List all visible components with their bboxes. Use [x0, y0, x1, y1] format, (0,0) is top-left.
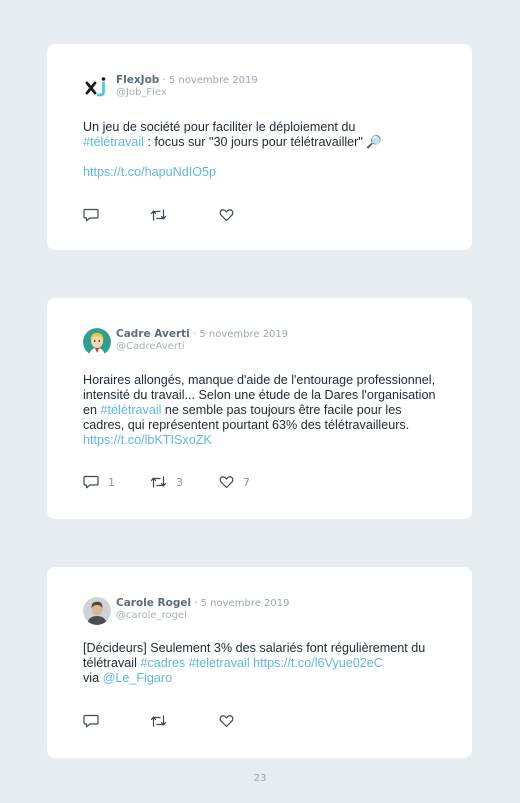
tweet-url-link[interactable]: https://t.co/hapuNdIO5p — [83, 165, 216, 179]
tweet-header: Cadre Averti · 5 novembre 2019 @CadreAve… — [83, 328, 443, 362]
tweet-date: · 5 novembre 2019 — [191, 598, 290, 609]
like-button[interactable] — [219, 713, 243, 729]
like-button[interactable]: 7 — [219, 474, 250, 490]
reply-button[interactable] — [83, 207, 108, 223]
tweet-date: · 5 novembre 2019 — [159, 75, 258, 86]
tweet-text-part: Un jeu de société pour faciliter le dépl… — [83, 120, 356, 134]
carole-rogel-avatar[interactable] — [83, 597, 111, 625]
like-icon — [219, 715, 234, 728]
tweet-actions — [83, 713, 383, 729]
tweet-text-part: via — [83, 671, 103, 685]
reply-count: 1 — [108, 475, 115, 489]
tweet-text-part: : focus sur "30 jours pour télétravaille… — [143, 135, 383, 149]
tweet-card-cadre-averti: Cadre Averti · 5 novembre 2019 @CadreAve… — [47, 298, 472, 519]
retweet-icon — [150, 715, 167, 727]
like-count: 7 — [243, 475, 250, 489]
tweet-text: [Décideurs] Seulement 3% des salariés fo… — [83, 641, 443, 686]
tweet-text: Horaires allongés, manque d'aide de l'en… — [83, 373, 443, 448]
like-icon — [219, 476, 234, 489]
retweet-icon — [150, 476, 167, 488]
hashtag-link[interactable]: #télétravail — [101, 403, 162, 417]
tweet-actions: 1 3 7 — [83, 474, 383, 490]
retweet-button[interactable]: 3 — [150, 474, 183, 490]
reply-icon — [83, 208, 99, 222]
hashtag-link[interactable]: #teletravail — [189, 656, 250, 670]
tweet-actions — [83, 207, 383, 223]
author-name[interactable]: Cadre Averti · 5 novembre 2019 — [116, 328, 288, 340]
author-handle[interactable]: @Job_Flex — [116, 87, 167, 98]
author-handle[interactable]: @CadreAverti — [116, 341, 185, 352]
tweet-header: Carole Rogel · 5 novembre 2019 @carole_r… — [83, 597, 443, 631]
author-name[interactable]: FlexJob · 5 novembre 2019 — [116, 74, 258, 86]
flexjob-logo-avatar[interactable] — [83, 74, 111, 102]
retweet-icon — [150, 209, 167, 221]
retweet-button[interactable] — [150, 713, 176, 729]
reply-icon — [83, 475, 99, 489]
reply-button[interactable]: 1 — [83, 474, 115, 490]
hashtag-link[interactable]: #cadres — [140, 656, 185, 670]
tweet-url-link[interactable]: https://t.co/l6Vyue02eC — [253, 656, 383, 670]
like-button[interactable] — [219, 207, 243, 223]
mention-link[interactable]: @Le_Figaro — [103, 671, 173, 685]
retweet-count: 3 — [176, 475, 183, 489]
tweet-card-flexjob: FlexJob · 5 novembre 2019 @Job_Flex Un j… — [47, 44, 472, 250]
tweet-date: · 5 novembre 2019 — [189, 329, 289, 340]
reply-icon — [83, 714, 99, 728]
author-name[interactable]: Carole Rogel · 5 novembre 2019 — [116, 597, 289, 609]
author-handle[interactable]: @carole_rogel — [116, 610, 187, 621]
tweet-card-carole-rogel: Carole Rogel · 5 novembre 2019 @carole_r… — [47, 567, 472, 758]
tweet-text: Un jeu de société pour faciliter le dépl… — [83, 120, 443, 180]
page-number: 23 — [253, 773, 267, 784]
cadre-averti-avatar[interactable] — [83, 328, 111, 356]
tweet-url-link[interactable]: https://t.co/lbKTISxoZK — [83, 433, 212, 447]
like-icon — [219, 209, 234, 222]
retweet-button[interactable] — [150, 207, 176, 223]
hashtag-link[interactable]: #télétravail — [83, 135, 144, 149]
tweet-header: FlexJob · 5 novembre 2019 @Job_Flex — [83, 74, 443, 108]
reply-button[interactable] — [83, 713, 108, 729]
